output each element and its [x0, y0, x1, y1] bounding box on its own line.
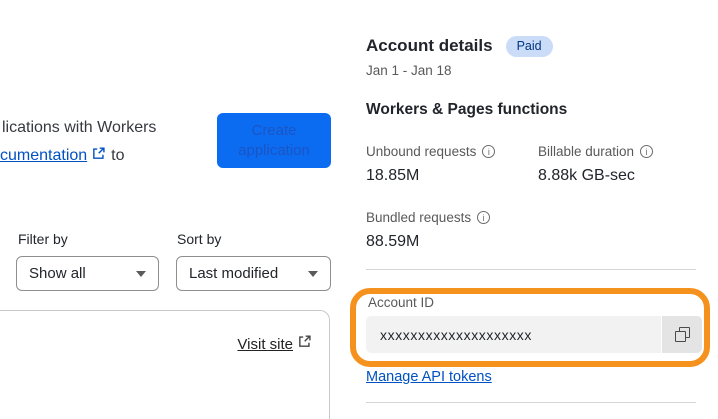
- stat-value: 18.85M: [366, 167, 420, 184]
- stat-label-row: Billable duration: [538, 144, 654, 159]
- filter-dropdown-value: Show all: [29, 265, 86, 282]
- project-card: Visit site: [0, 310, 330, 419]
- divider: [366, 269, 696, 270]
- chevron-down-icon: [308, 270, 318, 277]
- intro-line2: cumentation to: [0, 142, 156, 170]
- stat-billable-duration: Billable duration 8.88k GB-sec: [538, 144, 654, 185]
- account-id-input[interactable]: [366, 316, 661, 353]
- functions-section-title: Workers & Pages functions: [366, 101, 568, 118]
- documentation-link[interactable]: cumentation: [0, 142, 87, 170]
- account-details-panel: Account details Paid Jan 1 - Jan 18 Work…: [366, 0, 707, 419]
- external-link-icon: [298, 335, 311, 353]
- intro-line1: lications with Workers: [2, 119, 157, 136]
- stat-value: 88.59M: [366, 233, 420, 250]
- stat-label-row: Bundled requests: [366, 210, 491, 225]
- manage-api-tokens-link[interactable]: Manage API tokens: [366, 369, 492, 385]
- paid-badge: Paid: [505, 36, 553, 57]
- account-id-label: Account ID: [368, 295, 435, 310]
- chevron-down-icon: [136, 270, 146, 277]
- stat-label: Unbound requests: [366, 144, 477, 159]
- intro-text: lications with Workers cumentation to: [0, 114, 157, 170]
- stat-label: Billable duration: [538, 144, 635, 159]
- stat-value: 8.88k GB-sec: [538, 167, 635, 184]
- stat-label-row: Unbound requests: [366, 144, 496, 159]
- visit-site-link[interactable]: Visit site: [237, 336, 293, 353]
- create-application-button[interactable]: Create application: [217, 113, 331, 168]
- info-icon[interactable]: [640, 145, 654, 158]
- copy-icon: [674, 327, 690, 342]
- account-details-title: Account details: [366, 36, 493, 56]
- sort-by-label: Sort by: [177, 231, 222, 247]
- sort-dropdown[interactable]: Last modified: [176, 256, 331, 291]
- stat-label: Bundled requests: [366, 210, 472, 225]
- stat-unbound-requests: Unbound requests 18.85M: [366, 144, 496, 185]
- external-link-icon: [92, 142, 105, 170]
- intro-line2-rest: to: [111, 147, 125, 164]
- date-range: Jan 1 - Jan 18: [366, 63, 452, 78]
- filter-by-label: Filter by: [18, 231, 68, 247]
- sort-dropdown-value: Last modified: [189, 265, 279, 282]
- info-icon[interactable]: [482, 145, 496, 158]
- workers-pages-dashboard: lications with Workers cumentation to Cr…: [0, 0, 718, 419]
- account-details-header: Account details Paid: [366, 36, 553, 57]
- copy-button[interactable]: [662, 316, 702, 353]
- filter-dropdown[interactable]: Show all: [16, 256, 159, 291]
- account-id-row: [366, 316, 702, 353]
- stat-bundled-requests: Bundled requests 88.59M: [366, 210, 491, 251]
- info-icon[interactable]: [477, 211, 491, 224]
- divider: [366, 402, 696, 403]
- visit-site-row: Visit site: [237, 335, 311, 353]
